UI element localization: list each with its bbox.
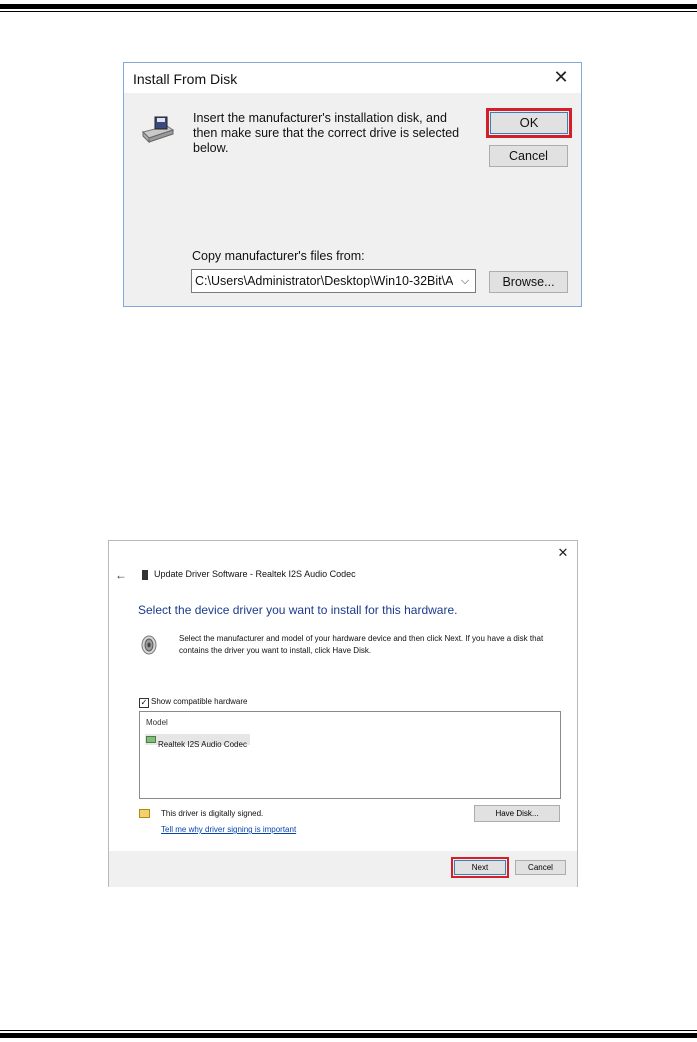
back-arrow-icon[interactable]: ← [115, 568, 127, 582]
cancel-button[interactable]: Cancel [515, 860, 566, 875]
signed-status-text: This driver is digitally signed. [161, 809, 264, 818]
have-disk-button[interactable]: Have Disk... [474, 805, 560, 822]
model-item-label: Realtek I2S Audio Codec [158, 740, 247, 749]
page-top-rule-thin [0, 11, 697, 12]
dialog-titlebar: Install From Disk ✕ [124, 63, 581, 93]
floppy-disk-icon [142, 116, 175, 144]
model-list[interactable]: Model Realtek I2S Audio Codec [139, 711, 561, 799]
page-bottom-rule-thin [0, 1030, 697, 1031]
browse-button[interactable]: Browse... [489, 271, 568, 293]
ok-button[interactable]: OK [490, 112, 568, 134]
close-icon[interactable]: ✕ [555, 545, 571, 561]
show-compatible-checkbox[interactable]: ✓ [139, 698, 149, 708]
certificate-icon [139, 809, 150, 818]
instruction-text: Select the manufacturer and model of you… [179, 634, 544, 655]
page-heading: Select the device driver you want to ins… [138, 603, 458, 617]
list-item[interactable]: Realtek I2S Audio Codec [145, 734, 250, 749]
close-icon[interactable]: ✕ [549, 65, 573, 89]
copy-from-label: Copy manufacturer's files from: [192, 249, 365, 263]
device-icon [142, 570, 148, 580]
speaker-icon [141, 635, 157, 655]
path-value: C:\Users\Administrator\Desktop\Win10-32B… [195, 274, 453, 288]
dialog-title: Install From Disk [133, 71, 238, 87]
driver-icon [146, 736, 156, 743]
driver-signing-link[interactable]: Tell me why driver signing is important [161, 825, 296, 834]
page-top-rule [0, 4, 697, 9]
update-driver-dialog: ✕ ← Update Driver Software - Realtek I2S… [108, 540, 578, 887]
install-message: Insert the manufacturer's installation d… [193, 111, 460, 155]
chevron-down-icon[interactable]: ⌵ [458, 273, 472, 289]
show-compatible-label: Show compatible hardware [151, 697, 248, 706]
dialog-title: Update Driver Software - Realtek I2S Aud… [154, 569, 356, 579]
path-combobox[interactable]: C:\Users\Administrator\Desktop\Win10-32B… [191, 269, 476, 293]
model-column-header: Model [146, 718, 168, 727]
next-button[interactable]: Next [454, 860, 506, 875]
page-bottom-rule [0, 1033, 697, 1038]
install-from-disk-dialog: Install From Disk ✕ Insert the manufactu… [123, 62, 582, 307]
cancel-button[interactable]: Cancel [489, 145, 568, 167]
